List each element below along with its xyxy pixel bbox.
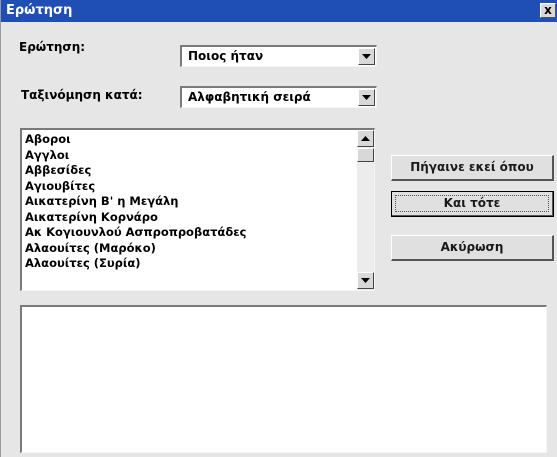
list-item[interactable]: Αβοροι	[25, 132, 355, 148]
entity-listbox[interactable]: Αβοροι Αγγλοι Αββεσίδες Αγιουβίτες Αικατ…	[20, 128, 375, 291]
focus-ring	[395, 195, 549, 212]
chevron-down-icon	[361, 278, 370, 283]
list-item[interactable]: Αββεσίδες	[25, 163, 355, 179]
list-item[interactable]: Αγγλοι	[25, 148, 355, 164]
list-item[interactable]: Αικατερίνη Β' η Μεγάλη	[25, 194, 355, 210]
list-item[interactable]: Ακ Κογιουνλού Ασπροπροβατάδες	[25, 225, 355, 241]
scroll-down-button[interactable]	[357, 272, 374, 289]
list-item[interactable]: Αλαουίτες (Μαρόκο)	[25, 241, 355, 257]
goto-button[interactable]: Πήγαινε εκεί όπου	[391, 155, 554, 181]
list-item[interactable]: Αλαουίτες (Συρία)	[25, 256, 355, 272]
window-title: Ερώτηση	[6, 3, 73, 18]
sort-select[interactable]: Αλφαβητική σειρά	[180, 86, 377, 108]
query-dialog: Ερώτηση x Ερώτηση: Ποιος ήταν Ταξινόμηση…	[0, 0, 557, 457]
question-dropdown-button[interactable]	[358, 48, 375, 65]
list-item[interactable]: Αικατερίνη Κορνάρο	[25, 210, 355, 226]
title-bar[interactable]: Ερώτηση x	[1, 0, 557, 22]
chevron-down-icon	[362, 95, 371, 100]
close-button[interactable]: x	[540, 3, 556, 18]
question-label: Ερώτηση:	[19, 40, 86, 54]
sort-select-value: Αλφαβητική σειρά	[188, 90, 311, 104]
close-icon: x	[544, 3, 552, 17]
entity-list: Αβοροι Αγγλοι Αββεσίδες Αγιουβίτες Αικατ…	[25, 132, 355, 272]
scroll-up-button[interactable]	[357, 130, 374, 147]
list-scrollbar[interactable]	[357, 130, 374, 290]
list-item[interactable]: Αγιουβίτες	[25, 179, 355, 195]
clear-button[interactable]: Ακύρωση	[391, 235, 554, 261]
scroll-thumb[interactable]	[357, 148, 374, 162]
chevron-down-icon	[362, 54, 371, 59]
then-button[interactable]: Και τότε	[391, 191, 554, 217]
sort-label: Ταξινόμηση κατά:	[21, 88, 143, 102]
question-select[interactable]: Ποιος ήταν	[180, 45, 377, 67]
chevron-up-icon	[361, 136, 370, 141]
result-textarea[interactable]	[20, 305, 547, 453]
question-select-value: Ποιος ήταν	[188, 49, 264, 63]
sort-dropdown-button[interactable]	[358, 89, 375, 106]
